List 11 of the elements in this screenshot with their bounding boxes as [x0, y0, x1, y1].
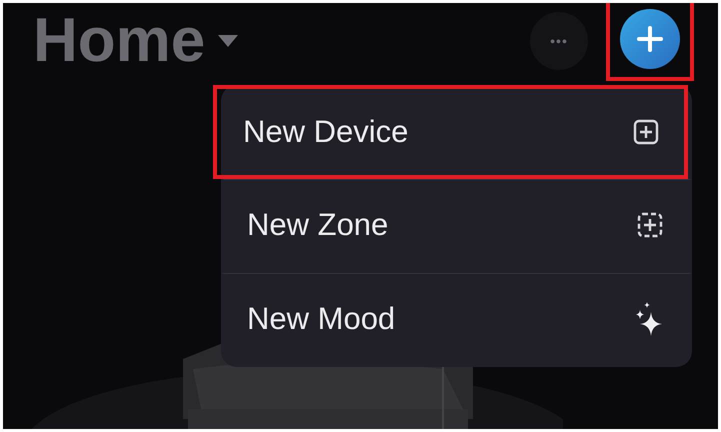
add-square-icon — [632, 118, 660, 146]
dashed-add-square-icon — [636, 210, 664, 238]
caret-icon[interactable] — [217, 34, 240, 48]
menu-item[interactable]: New Mood — [221, 273, 692, 367]
plus-icon — [637, 26, 663, 52]
menu-item-label: New Zone — [247, 206, 388, 242]
menu-item[interactable]: New Zone — [221, 179, 692, 273]
menu-item-label: New Mood — [247, 300, 396, 336]
page-title: Home — [33, 10, 206, 72]
menu-item[interactable]: New Device — [213, 85, 688, 179]
menu-item-label: New Device — [243, 114, 408, 150]
